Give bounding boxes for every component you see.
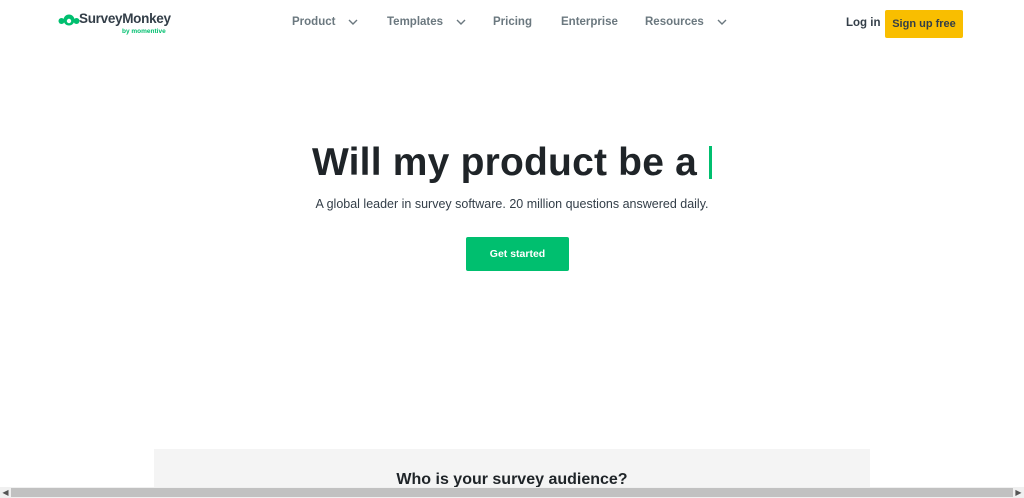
login-link[interactable]: Log in (846, 17, 881, 29)
scroll-right-icon[interactable]: ▶ (1013, 487, 1024, 498)
scroll-left-icon[interactable]: ◀ (0, 487, 11, 498)
monkey-logo-icon (58, 14, 80, 26)
nav-resources[interactable]: Resources (645, 16, 728, 28)
hero-subtitle: A global leader in survey software. 20 m… (315, 197, 709, 211)
signup-button[interactable]: Sign up free (885, 10, 963, 38)
hero-headline-text: Will my product be a (311, 141, 698, 184)
logo-wordmark: SurveyMonkey (79, 11, 171, 26)
horizontal-scrollbar[interactable]: ◀ ▶ (0, 487, 1024, 498)
nav-product[interactable]: Product (292, 16, 359, 28)
nav-product-label: Product (292, 16, 336, 28)
typing-cursor (709, 146, 713, 179)
nav-enterprise[interactable]: Enterprise (561, 16, 618, 28)
nav-templates[interactable]: Templates (387, 16, 467, 28)
chevron-down-icon (348, 19, 358, 25)
top-navigation: SurveyMonkey by momentive Product Templa… (0, 0, 1024, 48)
nav-pricing[interactable]: Pricing (493, 16, 532, 28)
chevron-down-icon (717, 19, 727, 25)
nav-resources-label: Resources (645, 16, 704, 28)
scrollbar-thumb[interactable] (11, 488, 1013, 497)
chevron-down-icon (456, 19, 466, 25)
nav-templates-label: Templates (387, 16, 444, 28)
nav-enterprise-label: Enterprise (561, 16, 618, 28)
get-started-button[interactable]: Get started (466, 237, 569, 271)
hero-headline: Will my product be a (0, 141, 1024, 185)
logo-subtitle: by momentive (122, 28, 166, 35)
nav-pricing-label: Pricing (493, 16, 532, 28)
